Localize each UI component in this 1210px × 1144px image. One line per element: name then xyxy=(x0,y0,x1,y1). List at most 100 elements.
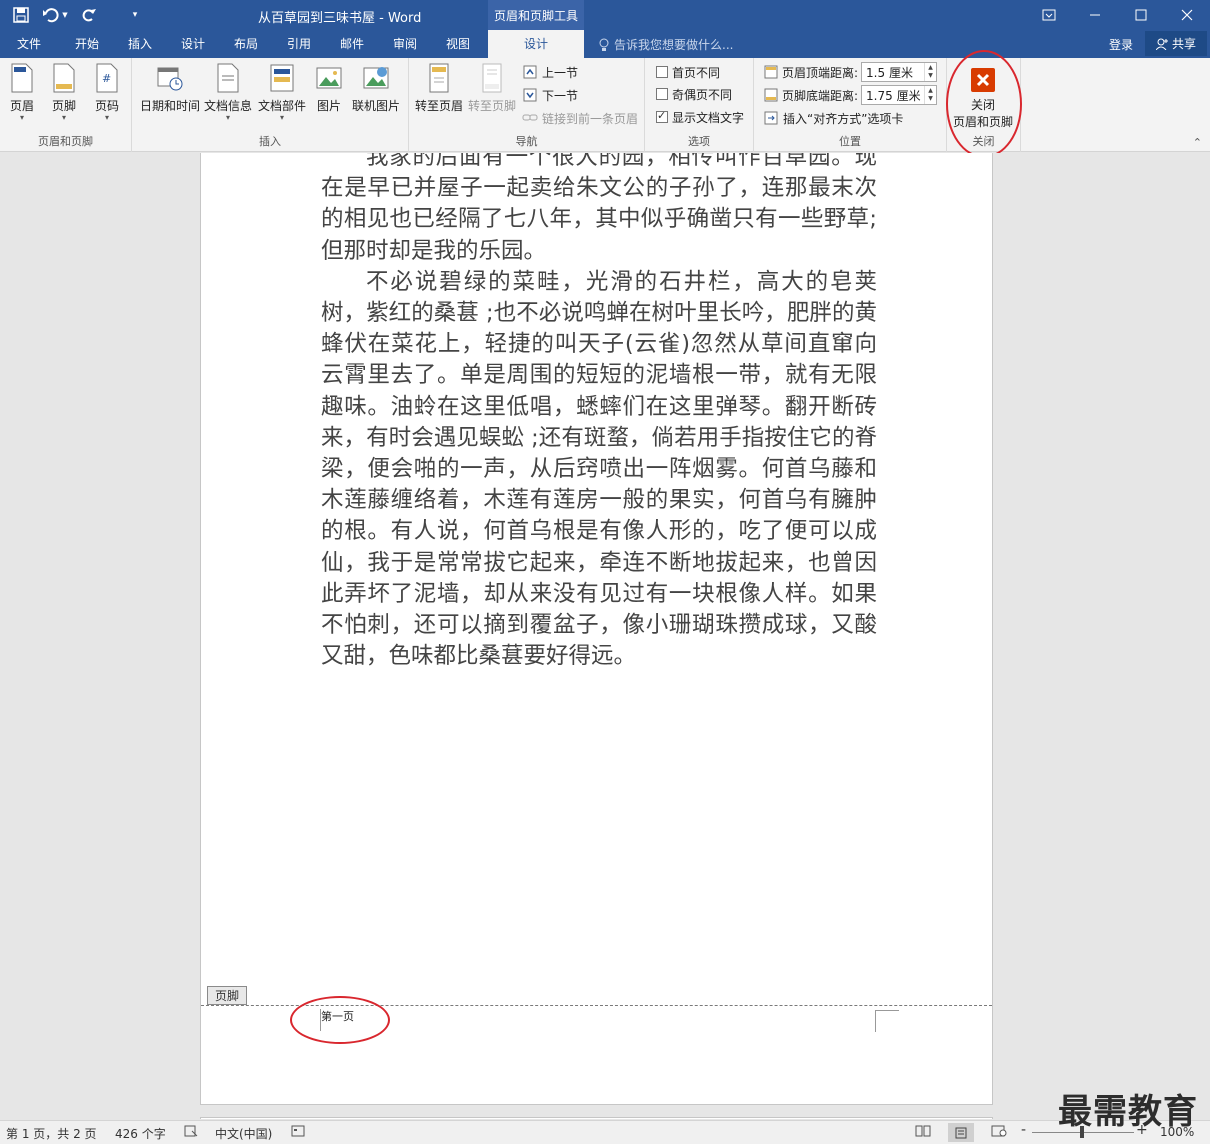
group-label-navigation: 导航 xyxy=(515,135,538,148)
tab-references[interactable]: 引用 xyxy=(276,30,322,58)
goto-footer-button[interactable]: 转至页脚 xyxy=(468,62,516,114)
insert-alignment-tab-button[interactable]: 插入“对齐方式”选项卡 xyxy=(763,108,903,128)
tab-view[interactable]: 视图 xyxy=(435,30,481,58)
lightbulb-icon xyxy=(599,38,609,51)
group-close: 关闭 页眉和页脚 关闭 xyxy=(947,58,1021,152)
customize-qat-icon[interactable]: ▾ xyxy=(122,4,148,26)
maximize-icon[interactable] xyxy=(1118,0,1164,30)
zoom-out-button[interactable]: - xyxy=(1021,1122,1026,1138)
paragraph: 不必说碧绿的菜畦，光滑的石井栏，高大的皂荚树，紫红的桑葚 ;也不必说鸣蝉在树叶里… xyxy=(321,268,877,670)
document-title: 从百草园到三味书屋 - Word xyxy=(258,11,422,26)
tab-design[interactable]: 设计 xyxy=(170,30,216,58)
window-controls xyxy=(1026,0,1210,30)
footer-button[interactable]: 页脚 ▾ xyxy=(50,62,78,122)
web-layout-icon[interactable] xyxy=(991,1125,1007,1140)
header-top-distance-input[interactable]: 1.5 厘米 ▲ ▼ xyxy=(861,62,938,82)
tell-me-search[interactable]: 告诉我您想要做什么... xyxy=(598,36,733,53)
footer-bottom-distance-input[interactable]: 1.75 厘米 ▲ ▼ xyxy=(861,85,938,105)
group-header-footer: 页眉 ▾ 页脚 ▾ # 页码 ▾ 页眉和页脚 xyxy=(0,58,132,152)
header-icon xyxy=(11,63,33,93)
save-icon[interactable] xyxy=(8,4,34,26)
online-picture-button[interactable]: 联机图片 xyxy=(352,62,400,114)
tab-review[interactable]: 审阅 xyxy=(382,30,428,58)
online-picture-icon xyxy=(363,67,389,89)
margin-corner-mark xyxy=(875,1010,899,1032)
quick-parts-icon xyxy=(270,64,294,92)
alignment-tab-icon xyxy=(764,111,778,125)
header-button[interactable]: 页眉 ▾ xyxy=(8,62,36,122)
footer-icon xyxy=(53,63,75,93)
goto-header-icon xyxy=(429,63,449,93)
macro-record-icon[interactable] xyxy=(291,1125,305,1140)
title-bar: ▼ ▾ 从百草园到三味书屋 - Word 页眉和页脚工具 xyxy=(0,0,1210,30)
header-top-distance: 页眉顶端距离: 1.5 厘米 ▲ ▼ xyxy=(763,62,938,82)
next-page-edge xyxy=(200,1117,993,1119)
redo-icon[interactable] xyxy=(76,4,102,26)
sign-in-link[interactable]: 登录 xyxy=(1109,36,1133,53)
goto-header-button[interactable]: 转至页眉 xyxy=(415,62,463,114)
page-number-icon: # xyxy=(96,63,118,93)
ribbon-tabs: 文件 开始 插入 设计 布局 引用 邮件 审阅 视图 设计 告诉我您想要做什么.… xyxy=(0,30,1210,58)
undo-icon[interactable]: ▼ xyxy=(38,4,72,26)
checkbox-checked-icon xyxy=(656,109,668,123)
tab-file[interactable]: 文件 xyxy=(8,30,50,58)
group-label-position: 位置 xyxy=(839,135,861,148)
group-insert: 日期和时间 文档信息 ▾ 文档部件 ▾ 图片 联机图片 插入 xyxy=(132,58,409,152)
group-position: 页眉顶端距离: 1.5 厘米 ▲ ▼ 页脚底端距离: 1.75 厘米 ▲ ▼ 插入“… xyxy=(754,58,947,152)
ribbon-display-options-icon[interactable] xyxy=(1026,0,1072,30)
picture-icon xyxy=(316,67,342,89)
print-layout-icon[interactable] xyxy=(948,1123,974,1142)
tab-layout[interactable]: 布局 xyxy=(223,30,269,58)
group-label-header-footer: 页眉和页脚 xyxy=(38,135,93,148)
quick-parts-button[interactable]: 文档部件 ▾ xyxy=(258,62,306,122)
watermark-logo: 最需教育 xyxy=(1058,1092,1198,1132)
dropdown-caret-icon: ▾ xyxy=(104,113,109,122)
footer-position-icon xyxy=(764,88,778,102)
close-header-footer-button[interactable]: 关闭 页眉和页脚 xyxy=(953,67,1013,130)
tell-me-text: 告诉我您想要做什么... xyxy=(614,38,734,52)
date-time-button[interactable]: 日期和时间 xyxy=(140,62,200,114)
status-bar: 第 1 页，共 2 页 426 个字 中文(中国) - + 100% xyxy=(0,1120,1210,1144)
language-indicator[interactable]: 中文(中国) xyxy=(215,1125,272,1142)
document-info-button[interactable]: 文档信息 ▾ xyxy=(204,62,252,122)
share-label: 共享 xyxy=(1171,37,1196,51)
group-options: 首页不同 奇偶页不同 显示文档文字 选项 xyxy=(645,58,754,152)
tab-header-footer-design[interactable]: 设计 xyxy=(488,30,584,58)
collapse-ribbon-icon[interactable]: ⌃ xyxy=(1193,136,1202,149)
quick-access-toolbar: ▼ ▾ xyxy=(8,4,148,26)
different-first-page-checkbox[interactable]: 首页不同 xyxy=(656,62,720,82)
page-number-button[interactable]: # 页码 ▾ xyxy=(93,62,121,122)
close-window-icon[interactable] xyxy=(1164,0,1210,30)
minimize-icon[interactable] xyxy=(1072,0,1118,30)
share-button[interactable]: 共享 xyxy=(1145,31,1207,56)
header-position-icon xyxy=(764,65,778,79)
previous-section-button[interactable]: 上一节 xyxy=(522,62,578,82)
different-odd-even-checkbox[interactable]: 奇偶页不同 xyxy=(656,84,732,104)
word-count[interactable]: 426 个字 xyxy=(115,1125,166,1142)
tab-home[interactable]: 开始 xyxy=(64,30,110,58)
read-mode-icon[interactable] xyxy=(915,1125,931,1140)
context-tab-group-title: 页眉和页脚工具 xyxy=(488,0,584,30)
picture-button[interactable]: 图片 xyxy=(315,62,343,114)
checkbox-unchecked-icon xyxy=(656,66,668,78)
goto-footer-icon xyxy=(482,63,502,93)
body-text[interactable]: 我家的后面有一个很大的园，相传叫作百草园。现在是早已并屋子一起卖给朱文公的子孙了… xyxy=(321,153,877,672)
dropdown-caret-icon: ▾ xyxy=(61,113,66,122)
svg-text:#: # xyxy=(102,72,111,85)
paragraph: 我家的后面有一个很大的园，相传叫作百草园。现在是早已并屋子一起卖给朱文公的子孙了… xyxy=(321,153,877,264)
page-count[interactable]: 第 1 页，共 2 页 xyxy=(6,1125,97,1142)
document-area: 我家的后面有一个很大的园，相传叫作百草园。现在是早已并屋子一起卖给朱文公的子孙了… xyxy=(0,153,1210,1119)
link-to-previous-button[interactable]: 链接到前一条页眉 xyxy=(522,108,638,128)
group-label-options: 选项 xyxy=(688,135,710,148)
spin-arrows-icon[interactable]: ▲ ▼ xyxy=(924,63,936,81)
next-section-button[interactable]: 下一节 xyxy=(522,85,578,105)
tab-mailings[interactable]: 邮件 xyxy=(329,30,375,58)
close-icon xyxy=(971,68,995,92)
show-document-text-checkbox[interactable]: 显示文档文字 xyxy=(656,107,744,127)
dropdown-caret-icon: ▾ xyxy=(19,113,24,122)
spin-arrows-icon[interactable]: ▲ ▼ xyxy=(924,86,936,104)
proofing-icon[interactable] xyxy=(184,1125,198,1140)
tab-insert[interactable]: 插入 xyxy=(117,30,163,58)
footer-text[interactable]: 第一页 xyxy=(321,1008,354,1024)
margin-corner-mark xyxy=(309,1009,321,1031)
